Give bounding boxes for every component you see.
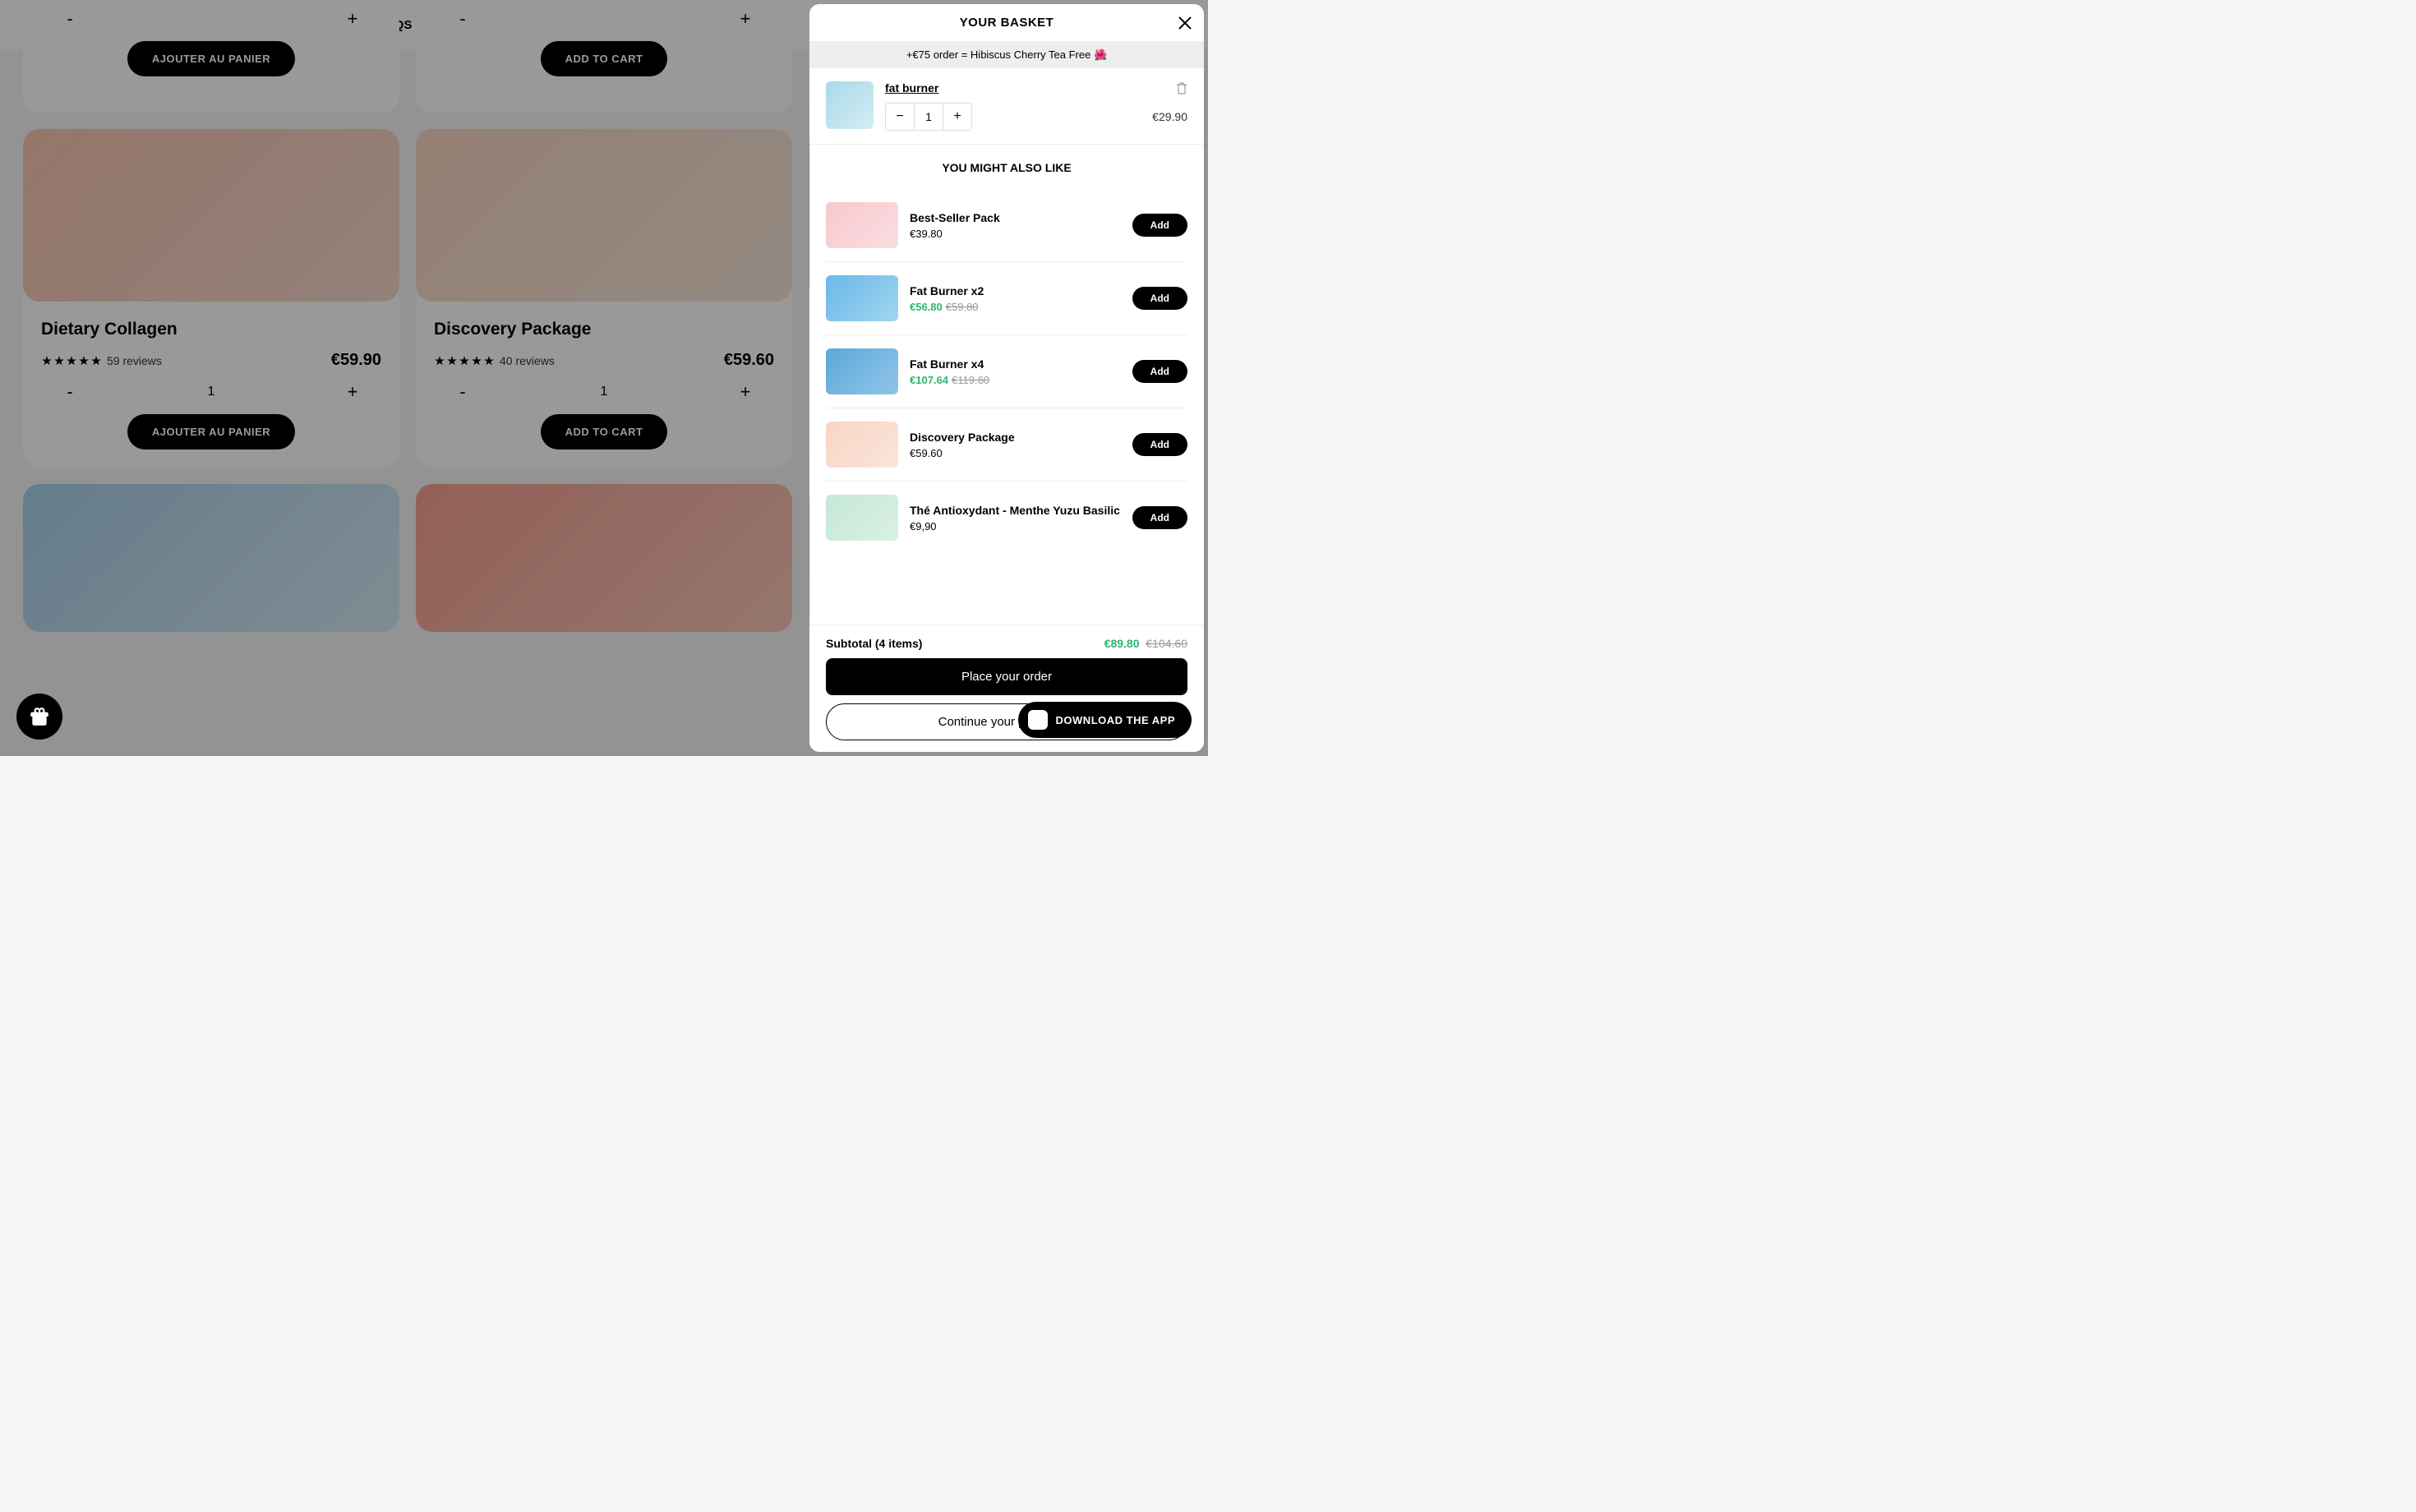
upsell-item: Best-Seller Pack €39.80 Add	[826, 189, 1187, 262]
download-app-label: DOWNLOAD THE APP	[1056, 714, 1175, 726]
upsell-item: Discovery Package €59.60 Add	[826, 408, 1187, 482]
download-app-button[interactable]: DOWNLOAD THE APP	[1018, 702, 1192, 738]
qty-minus-button[interactable]: −	[886, 104, 914, 130]
basket-drawer: YOUR BASKET +€75 order = Hibiscus Cherry…	[809, 4, 1204, 752]
subtotal-sale: €89.80	[1104, 637, 1140, 650]
upsell-add-button[interactable]: Add	[1132, 506, 1187, 529]
cart-item: fat burner − 1 + €29.90	[809, 68, 1204, 145]
basket-header: YOUR BASKET	[809, 4, 1204, 42]
cart-item-name[interactable]: fat burner	[885, 81, 938, 94]
rewards-fab[interactable]	[16, 694, 62, 740]
upsell-price: €56.80€59.80	[910, 301, 1121, 313]
qty-value: 1	[914, 104, 943, 130]
subtotal-old: €104.60	[1146, 637, 1187, 650]
upsell-item: Fat Burner x4 €107.64 €119.60 Add	[826, 335, 1187, 408]
app-icon	[1028, 710, 1048, 730]
upsell-image[interactable]	[826, 422, 898, 468]
upsell-add-button[interactable]: Add	[1132, 360, 1187, 383]
upsell-image[interactable]	[826, 275, 898, 321]
basket-content[interactable]: fat burner − 1 + €29.90 YOU MIGHT ALSO L…	[809, 68, 1204, 625]
upsell-item: Thé Antioxydant - Menthe Yuzu Basilic €9,…	[826, 482, 1187, 554]
upsell-sale-price: €107.64	[910, 374, 948, 386]
qty-plus-button[interactable]: +	[943, 104, 971, 130]
upsell-name[interactable]: Best-Seller Pack	[910, 211, 1121, 224]
upsell-price: €39.80	[910, 228, 1121, 240]
cart-item-price: €29.90	[1152, 110, 1187, 123]
upsell-old-price: €119.60	[952, 374, 989, 386]
upsell-image[interactable]	[826, 348, 898, 394]
upsell-sale-price: €56.80	[910, 301, 943, 313]
upsell-image[interactable]	[826, 202, 898, 248]
upsell-title: YOU MIGHT ALSO LIKE	[826, 161, 1187, 174]
upsell-price: €9,90	[910, 520, 1121, 532]
subtotal-label: Subtotal (4 items)	[826, 637, 922, 650]
upsell-price-value: €59.60	[910, 447, 943, 459]
checkout-button[interactable]: Place your order	[826, 658, 1187, 695]
upsell-add-button[interactable]: Add	[1132, 214, 1187, 237]
promo-banner: +€75 order = Hibiscus Cherry Tea Free 🌺	[809, 42, 1204, 68]
upsell-section: YOU MIGHT ALSO LIKE Best-Seller Pack €39.…	[809, 145, 1204, 570]
upsell-image[interactable]	[826, 495, 898, 541]
upsell-price-value: €39.80	[910, 228, 943, 240]
upsell-name[interactable]: Fat Burner x4	[910, 357, 1121, 371]
upsell-item: Fat Burner x2 €56.80€59.80 Add	[826, 262, 1187, 335]
upsell-name[interactable]: Fat Burner x2	[910, 284, 1121, 297]
upsell-price-value: €9,90	[910, 520, 937, 532]
upsell-add-button[interactable]: Add	[1132, 287, 1187, 310]
upsell-name[interactable]: Thé Antioxydant - Menthe Yuzu Basilic	[910, 504, 1121, 517]
upsell-name[interactable]: Discovery Package	[910, 431, 1121, 444]
upsell-price: €107.64 €119.60	[910, 374, 1121, 386]
trash-icon[interactable]	[1176, 81, 1187, 94]
basket-title: YOUR BASKET	[960, 16, 1054, 30]
cart-item-image[interactable]	[826, 81, 874, 129]
upsell-price: €59.60	[910, 447, 1121, 459]
subtotal-row: Subtotal (4 items) €89.80 €104.60	[826, 637, 1187, 650]
gift-icon	[29, 706, 50, 727]
qty-stepper: − 1 +	[885, 103, 972, 131]
close-icon[interactable]	[1178, 16, 1192, 30]
upsell-add-button[interactable]: Add	[1132, 433, 1187, 456]
upsell-old-price: €59.80	[946, 301, 979, 313]
